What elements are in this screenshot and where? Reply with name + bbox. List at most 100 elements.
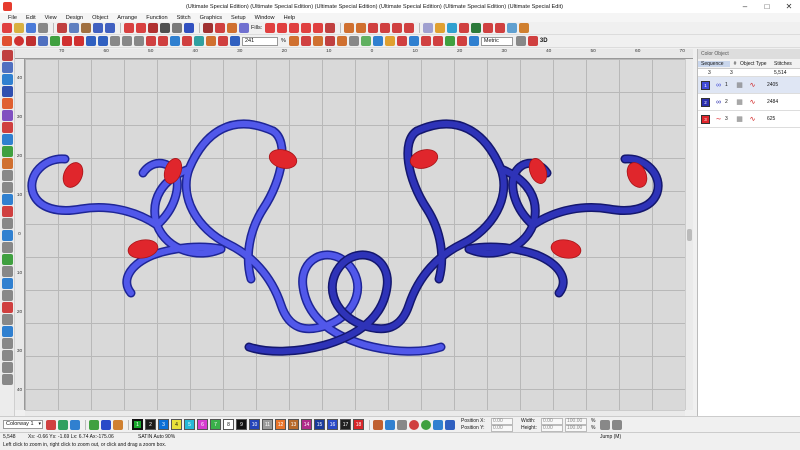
colorway-select[interactable]: Colorway 1 ▾ — [3, 420, 43, 429]
copy-icon[interactable] — [69, 23, 79, 33]
motif-5-icon[interactable] — [392, 23, 403, 33]
outline-icon[interactable] — [203, 23, 213, 33]
position-x-field[interactable]: 0.00 — [491, 417, 513, 425]
zoom-in-icon[interactable] — [300, 36, 311, 46]
design-canvas[interactable] — [25, 59, 685, 410]
thread-chart-icon[interactable] — [58, 419, 68, 430]
recolor-icon[interactable] — [421, 419, 431, 430]
grid-icon[interactable] — [423, 23, 434, 33]
flip-horizontal-icon[interactable] — [62, 36, 72, 46]
open-folder-icon[interactable] — [14, 23, 24, 33]
star-tool-icon[interactable] — [2, 194, 13, 205]
menu-setup[interactable]: Setup — [231, 15, 246, 21]
eyedropper-icon[interactable] — [113, 419, 123, 430]
menu-object[interactable]: Object — [92, 15, 108, 21]
hand-tool-icon[interactable] — [2, 338, 13, 349]
cutwork-icon[interactable] — [507, 23, 518, 33]
save-icon[interactable] — [26, 23, 36, 33]
design-library-icon[interactable] — [447, 23, 458, 33]
zoom-out-icon[interactable] — [312, 36, 323, 46]
show-grid-icon[interactable] — [348, 36, 359, 46]
align-right-icon[interactable] — [134, 36, 144, 46]
menu-function[interactable]: Function — [146, 15, 167, 21]
position-y-field[interactable]: 0.00 — [491, 424, 513, 432]
menu-arrange[interactable]: Arrange — [117, 15, 137, 21]
menu-stitch[interactable]: Stitch — [177, 15, 191, 21]
artwork-icon[interactable] — [527, 36, 538, 46]
new-design-icon[interactable] — [2, 23, 12, 33]
color-chip[interactable]: 3 — [158, 419, 169, 430]
color-chip[interactable]: 5 — [184, 419, 195, 430]
reshape-tool-icon[interactable] — [2, 62, 13, 73]
split-tool-icon[interactable] — [2, 302, 13, 313]
color-chip[interactable]: 13 — [288, 419, 299, 430]
applique-icon[interactable] — [239, 23, 249, 33]
colorway-new-icon[interactable] — [46, 419, 56, 430]
connectors-icon[interactable] — [408, 36, 419, 46]
motif-4-icon[interactable] — [380, 23, 391, 33]
color-stop-icon[interactable] — [184, 23, 194, 33]
menu-edit[interactable]: Edit — [26, 15, 36, 21]
tie-off-icon[interactable] — [420, 36, 431, 46]
monogram-icon[interactable] — [471, 23, 482, 33]
eyedropper-tool-icon[interactable] — [2, 374, 13, 385]
spool-icon[interactable] — [409, 419, 419, 430]
close-icon[interactable]: ✕ — [778, 0, 800, 13]
paste-icon[interactable] — [81, 23, 91, 33]
color-chip[interactable]: 4 — [171, 419, 182, 430]
sequence-header[interactable]: Sequence — [698, 60, 730, 67]
redo-icon[interactable] — [105, 23, 115, 33]
scrollbar-thumb[interactable] — [687, 229, 692, 241]
color-chip[interactable]: 1 — [132, 419, 143, 430]
fabric-icon[interactable] — [432, 36, 443, 46]
weld-tool-icon[interactable] — [2, 278, 13, 289]
applique-tool-icon[interactable] — [2, 158, 13, 169]
vertical-scrollbar[interactable] — [685, 59, 693, 410]
run-tool-icon[interactable] — [2, 134, 13, 145]
lettering-icon[interactable] — [459, 23, 470, 33]
color-chip[interactable]: 2 — [145, 419, 156, 430]
motif-tool-icon[interactable] — [2, 146, 13, 157]
circle-tool-icon[interactable] — [2, 170, 13, 181]
jump-stitch-icon[interactable] — [160, 23, 170, 33]
ungroup-icon[interactable] — [98, 36, 108, 46]
select-icon[interactable] — [2, 36, 12, 46]
minimize-icon[interactable]: – — [734, 0, 756, 13]
crystal-icon[interactable] — [519, 23, 530, 33]
fill-pattern-6-icon[interactable] — [325, 23, 336, 33]
settings-icon[interactable] — [515, 36, 526, 46]
group-icon[interactable] — [86, 36, 96, 46]
menu-graphics[interactable]: Graphics — [200, 15, 222, 21]
menu-design[interactable]: Design — [66, 15, 83, 21]
show-outlines-icon[interactable] — [336, 36, 347, 46]
thread-icon[interactable] — [433, 419, 443, 430]
fill-pattern-2-icon[interactable] — [277, 23, 288, 33]
fill-pattern-5-icon[interactable] — [313, 23, 324, 33]
auto-digitize-icon[interactable] — [483, 23, 494, 33]
pointer-tool-icon[interactable] — [2, 50, 13, 61]
color-chip[interactable]: 16 — [327, 419, 338, 430]
cut-icon[interactable] — [57, 23, 67, 33]
shape-tool-icon[interactable] — [2, 98, 13, 109]
color-chip[interactable]: 10 — [249, 419, 260, 430]
needle-icon[interactable] — [385, 419, 395, 430]
satin-tool-icon[interactable] — [2, 122, 13, 133]
needle-points-icon[interactable] — [396, 36, 407, 46]
hoop-icon[interactable] — [435, 23, 446, 33]
stitch-angle-icon[interactable] — [170, 36, 180, 46]
color-chip[interactable]: 8 — [223, 419, 234, 430]
break-apart-tool-icon[interactable] — [2, 230, 13, 241]
smooth-tool-icon[interactable] — [2, 326, 13, 337]
motif-2-icon[interactable] — [356, 23, 367, 33]
object-row[interactable]: 3 ∼ 3 ▦ ∿ 625 — [698, 111, 800, 128]
fill-pattern-1-icon[interactable] — [265, 23, 276, 33]
width-field[interactable]: 0.00 — [541, 417, 563, 425]
outline-tool-icon[interactable] — [2, 254, 13, 265]
reshape-icon[interactable] — [26, 36, 36, 46]
lock-proportions-icon[interactable] — [600, 419, 611, 430]
fill-pattern-3-icon[interactable] — [289, 23, 300, 33]
stitch-player-icon[interactable] — [124, 23, 134, 33]
fill-tool-icon[interactable] — [2, 110, 13, 121]
fill-icon[interactable] — [227, 23, 237, 33]
density-icon[interactable] — [206, 36, 216, 46]
